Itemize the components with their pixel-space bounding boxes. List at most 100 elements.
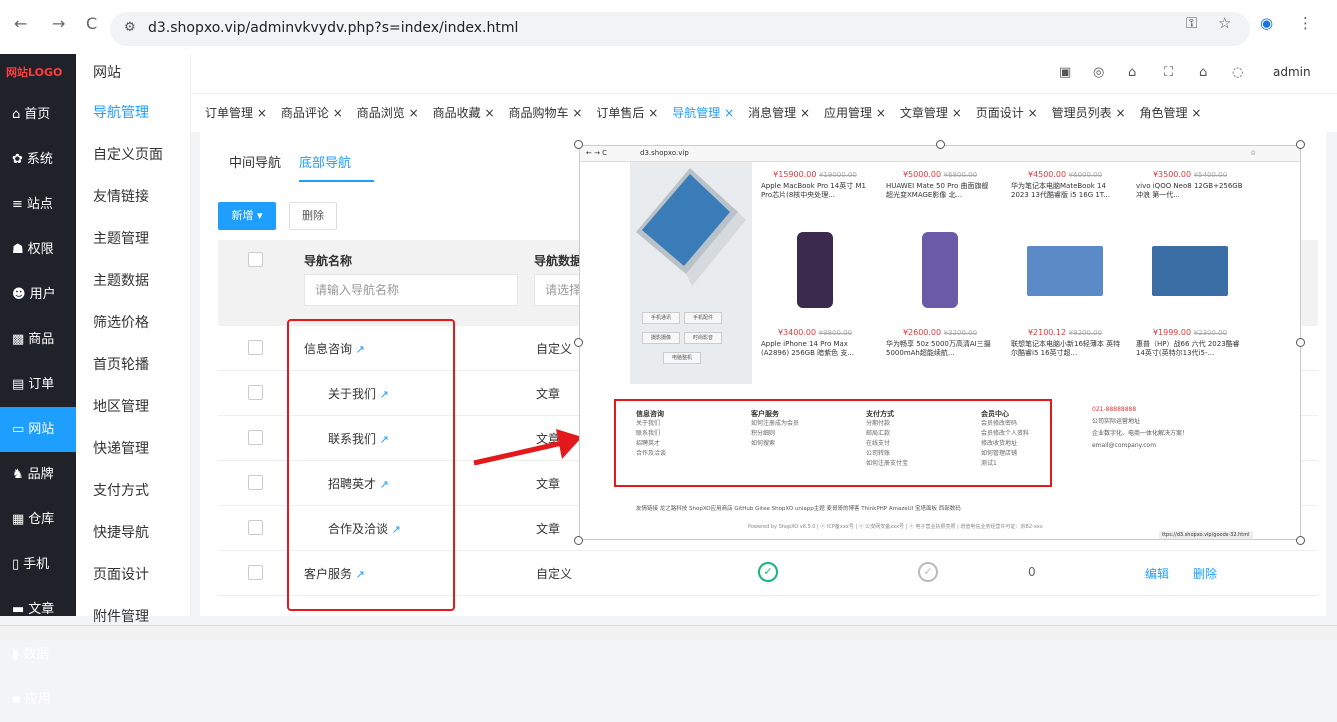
footer-link[interactable]: 合作及洽谈 xyxy=(636,449,736,459)
page-tab[interactable]: 页面设计 × xyxy=(976,94,1038,132)
footer-link[interactable]: 如何搜索 xyxy=(751,439,851,449)
row-checkbox[interactable] xyxy=(248,340,263,355)
tab-middle-nav[interactable]: 中间导航 xyxy=(229,152,281,171)
store-icon[interactable]: ⌂ xyxy=(1128,65,1136,80)
sub-menu-item[interactable]: 主题管理 xyxy=(76,218,190,260)
footer-link[interactable]: 联系我们 xyxy=(636,429,736,439)
footer-link[interactable]: 招聘英才 xyxy=(636,439,736,449)
key-icon[interactable]: ⚿ xyxy=(1186,14,1197,32)
page-tab[interactable]: 管理员列表 × xyxy=(1052,94,1126,132)
footer-link[interactable]: 邮局汇款 xyxy=(866,429,966,439)
footer-link[interactable]: 修改收货地址 xyxy=(981,439,1081,449)
new-button[interactable]: 新增 ▾ xyxy=(218,202,276,230)
footer-link[interactable]: 关于我们 xyxy=(636,419,736,429)
bell-icon[interactable]: ◌ xyxy=(1232,65,1243,80)
main-menu-item[interactable]: ⌂ 首页 xyxy=(0,92,76,137)
category-tag[interactable]: 时尚影音 xyxy=(684,332,722,344)
page-tab[interactable]: 文章管理 × xyxy=(900,94,962,132)
secondary-check-icon[interactable]: ✓ xyxy=(918,562,938,582)
edit-link[interactable]: 编辑 xyxy=(1145,565,1169,582)
page-tab[interactable]: 消息管理 × xyxy=(748,94,810,132)
reload-icon[interactable]: C xyxy=(86,14,97,33)
site-settings-icon[interactable]: ⚙ xyxy=(124,20,136,35)
enabled-check-icon[interactable]: ✓ xyxy=(758,562,778,582)
resize-handle-bottom-right[interactable] xyxy=(1296,536,1305,545)
main-menu-item[interactable]: ☻ 用户 xyxy=(0,272,76,317)
footer-link[interactable]: 在线支付 xyxy=(866,439,966,449)
forward-icon[interactable]: → xyxy=(52,14,65,33)
profile-icon[interactable]: ◉ xyxy=(1260,14,1273,32)
footer-link[interactable]: 分期付款 xyxy=(866,419,966,429)
product-card[interactable]: ¥5000.00 ¥6800.00 HUAWEI Mate 50 Pro 曲面旗舰… xyxy=(881,168,999,218)
product-card[interactable]: ¥2100.12 ¥9200.00 联想笔记本电脑小新16轻薄本 英特尔酷睿i5 … xyxy=(1006,326,1124,386)
sub-menu-item[interactable]: 快捷导航 xyxy=(76,512,190,554)
fullscreen-icon[interactable]: ⛶ xyxy=(1164,65,1173,80)
resize-handle-left[interactable] xyxy=(574,338,583,347)
sub-menu-item[interactable]: 筛选价格 xyxy=(76,302,190,344)
resize-handle-top-right[interactable] xyxy=(1296,140,1305,149)
menu-kebab-icon[interactable]: ⋮ xyxy=(1298,14,1313,32)
page-tab[interactable]: 商品购物车 × xyxy=(509,94,583,132)
row-checkbox[interactable] xyxy=(248,475,263,490)
footer-link[interactable]: 如何管理店铺 xyxy=(981,449,1081,459)
resize-handle-top-left[interactable] xyxy=(574,140,583,149)
page-tab[interactable]: 商品评论 × xyxy=(281,94,343,132)
product-card[interactable]: ¥1999.00 ¥2300.00 惠普（HP）战66 六代 2023酷睿14英寸… xyxy=(1131,326,1249,386)
category-tag[interactable]: 手机配件 xyxy=(684,312,722,324)
main-menu-item[interactable]: ▩ 商品 xyxy=(0,317,76,362)
product-card[interactable]: ¥15900.00 ¥19000.00 Apple MacBook Pro 14英… xyxy=(756,168,874,218)
main-menu-item[interactable]: ▪ 应用 xyxy=(0,677,76,722)
sub-menu-item[interactable]: 导航管理 xyxy=(76,92,190,134)
category-tag[interactable]: 摄影摄像 xyxy=(642,332,680,344)
footer-link[interactable]: 公司转账 xyxy=(866,449,966,459)
delete-button[interactable]: 删除 xyxy=(289,202,337,230)
main-menu-item[interactable]: ▭ 网站 xyxy=(0,407,76,452)
sub-menu-item[interactable]: 友情链接 xyxy=(76,176,190,218)
delete-link[interactable]: 删除 xyxy=(1193,565,1217,582)
main-menu-item[interactable]: ♞ 品牌 xyxy=(0,452,76,497)
resize-handle-right[interactable] xyxy=(1296,338,1305,347)
sub-menu-item[interactable]: 自定义页面 xyxy=(76,134,190,176)
sub-menu-item[interactable]: 首页轮播 xyxy=(76,344,190,386)
page-tab[interactable]: 商品收藏 × xyxy=(433,94,495,132)
resize-handle-bottom-left[interactable] xyxy=(574,536,583,545)
footer-link[interactable]: 会员修改个人资料 xyxy=(981,429,1081,439)
select-all-checkbox[interactable] xyxy=(248,252,263,267)
category-tag[interactable]: 电脑整机 xyxy=(663,352,701,364)
sub-menu-item[interactable]: 快递管理 xyxy=(76,428,190,470)
page-tab[interactable]: 角色管理 × xyxy=(1140,94,1202,132)
main-menu-item[interactable]: ≡ 站点 xyxy=(0,182,76,227)
product-card[interactable]: ¥4500.00 ¥6000.00 华为笔记本电脑MateBook 14 2023… xyxy=(1006,168,1124,218)
sub-menu-item[interactable]: 地区管理 xyxy=(76,386,190,428)
row-checkbox[interactable] xyxy=(248,520,263,535)
main-menu-item[interactable]: ▦ 仓库 xyxy=(0,497,76,542)
main-menu-item[interactable]: ☗ 权限 xyxy=(0,227,76,272)
home-icon[interactable]: ⌂ xyxy=(1199,65,1207,80)
product-card[interactable]: ¥3400.00 ¥9800.00 Apple iPhone 14 Pro Max… xyxy=(756,326,874,386)
main-menu-item[interactable]: ▤ 订单 xyxy=(0,362,76,407)
sub-menu-item[interactable]: 主题数据 xyxy=(76,260,190,302)
main-menu-item[interactable]: ▯ 手机 xyxy=(0,542,76,587)
page-tab[interactable]: 商品浏览 × xyxy=(357,94,419,132)
page-tab[interactable]: 应用管理 × xyxy=(824,94,886,132)
footer-link[interactable]: 积分细则 xyxy=(751,429,851,439)
page-tab[interactable]: 订单售后 × xyxy=(596,94,658,132)
footer-link[interactable]: 会员修改密码 xyxy=(981,419,1081,429)
palette-icon[interactable]: ◎ xyxy=(1093,65,1104,80)
footer-link[interactable]: 测试1 xyxy=(981,459,1081,469)
resize-handle-top[interactable] xyxy=(936,140,945,149)
bookmark-star-icon[interactable]: ☆ xyxy=(1218,14,1231,32)
footer-link[interactable]: 如何注册成为会员 xyxy=(751,419,851,429)
main-menu-item[interactable]: ✿ 系统 xyxy=(0,137,76,182)
row-checkbox[interactable] xyxy=(248,430,263,445)
product-card[interactable]: ¥3500.00 ¥5400.00 vivo iQOO Neo8 12GB+256… xyxy=(1131,168,1249,218)
product-card[interactable]: ¥2600.00 ¥3200.00 华为畅享 50z 5000万高清AI三摄 50… xyxy=(881,326,999,386)
back-icon[interactable]: ← xyxy=(14,14,27,33)
sub-menu-item[interactable]: 页面设计 xyxy=(76,554,190,596)
page-tab[interactable]: 订单管理 × xyxy=(205,94,267,132)
address-bar[interactable]: ⚙ d3.shopxo.vip/adminvkvydv.php?s=index/… xyxy=(110,12,1250,46)
doc-icon[interactable]: ▣ xyxy=(1059,65,1071,80)
row-checkbox[interactable] xyxy=(248,385,263,400)
name-filter-input[interactable]: 请输入导航名称 xyxy=(304,274,518,306)
sub-menu-item[interactable]: 支付方式 xyxy=(76,470,190,512)
